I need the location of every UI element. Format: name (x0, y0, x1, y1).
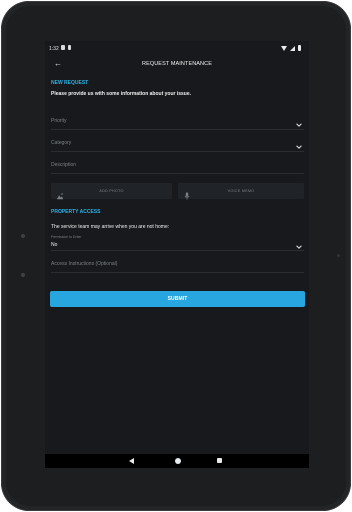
description-placeholder: Description (51, 162, 77, 168)
tablet-frame: 1:32 ← REQUEST MAINTENANCE NEW REQUEST P… (1, 1, 351, 511)
description-field[interactable]: Description (51, 156, 304, 174)
chevron-down-icon (295, 138, 303, 149)
add-photo-label: ADD PHOTO (99, 189, 124, 193)
add-photo-button[interactable]: ADD PHOTO (51, 183, 172, 200)
notification-icon (68, 45, 71, 50)
tablet-sensor-dot (21, 234, 25, 238)
priority-placeholder: Priority (51, 118, 67, 124)
wifi-icon (281, 45, 287, 51)
notification-icon (61, 45, 65, 50)
permission-value: No (51, 242, 58, 248)
access-instructions-field[interactable]: Access Instructions (Optional) (51, 255, 304, 273)
page-title: REQUEST MAINTENANCE (142, 61, 212, 67)
signal-icon (290, 45, 295, 51)
voice-memo-button[interactable]: VOICE MEMO (178, 183, 304, 200)
nav-back-icon[interactable] (129, 458, 134, 464)
permission-label: Permission to Enter (51, 235, 82, 239)
access-instructions-placeholder: Access Instructions (Optional) (51, 261, 118, 267)
nav-recents-icon[interactable] (217, 458, 222, 463)
chevron-down-icon (295, 238, 303, 249)
permission-dropdown[interactable] (51, 232, 304, 251)
status-time: 1:32 (49, 46, 59, 52)
status-bar: 1:32 (45, 41, 309, 55)
section-title-new-request: NEW REQUEST (51, 80, 89, 86)
section-title-property-access: PROPERTY ACCESS (51, 209, 101, 215)
access-note: The service team may arrive when you are… (51, 224, 170, 230)
submit-button[interactable]: SUBMIT (50, 291, 305, 307)
app-screen: 1:32 ← REQUEST MAINTENANCE NEW REQUEST P… (45, 41, 309, 468)
tablet-camera (337, 254, 340, 257)
intro-text: Please provide us with some information … (51, 91, 192, 97)
priority-dropdown[interactable]: Priority (51, 112, 304, 130)
voice-memo-label: VOICE MEMO (227, 189, 255, 193)
tablet-sensor-dot (21, 273, 25, 277)
category-placeholder: Category (51, 140, 72, 146)
toolbar: ← REQUEST MAINTENANCE (45, 55, 309, 73)
system-nav-bar (45, 454, 309, 468)
chevron-down-icon (295, 116, 303, 127)
category-dropdown[interactable]: Category (51, 134, 304, 152)
battery-icon (298, 45, 301, 51)
nav-home-icon[interactable] (175, 458, 181, 464)
